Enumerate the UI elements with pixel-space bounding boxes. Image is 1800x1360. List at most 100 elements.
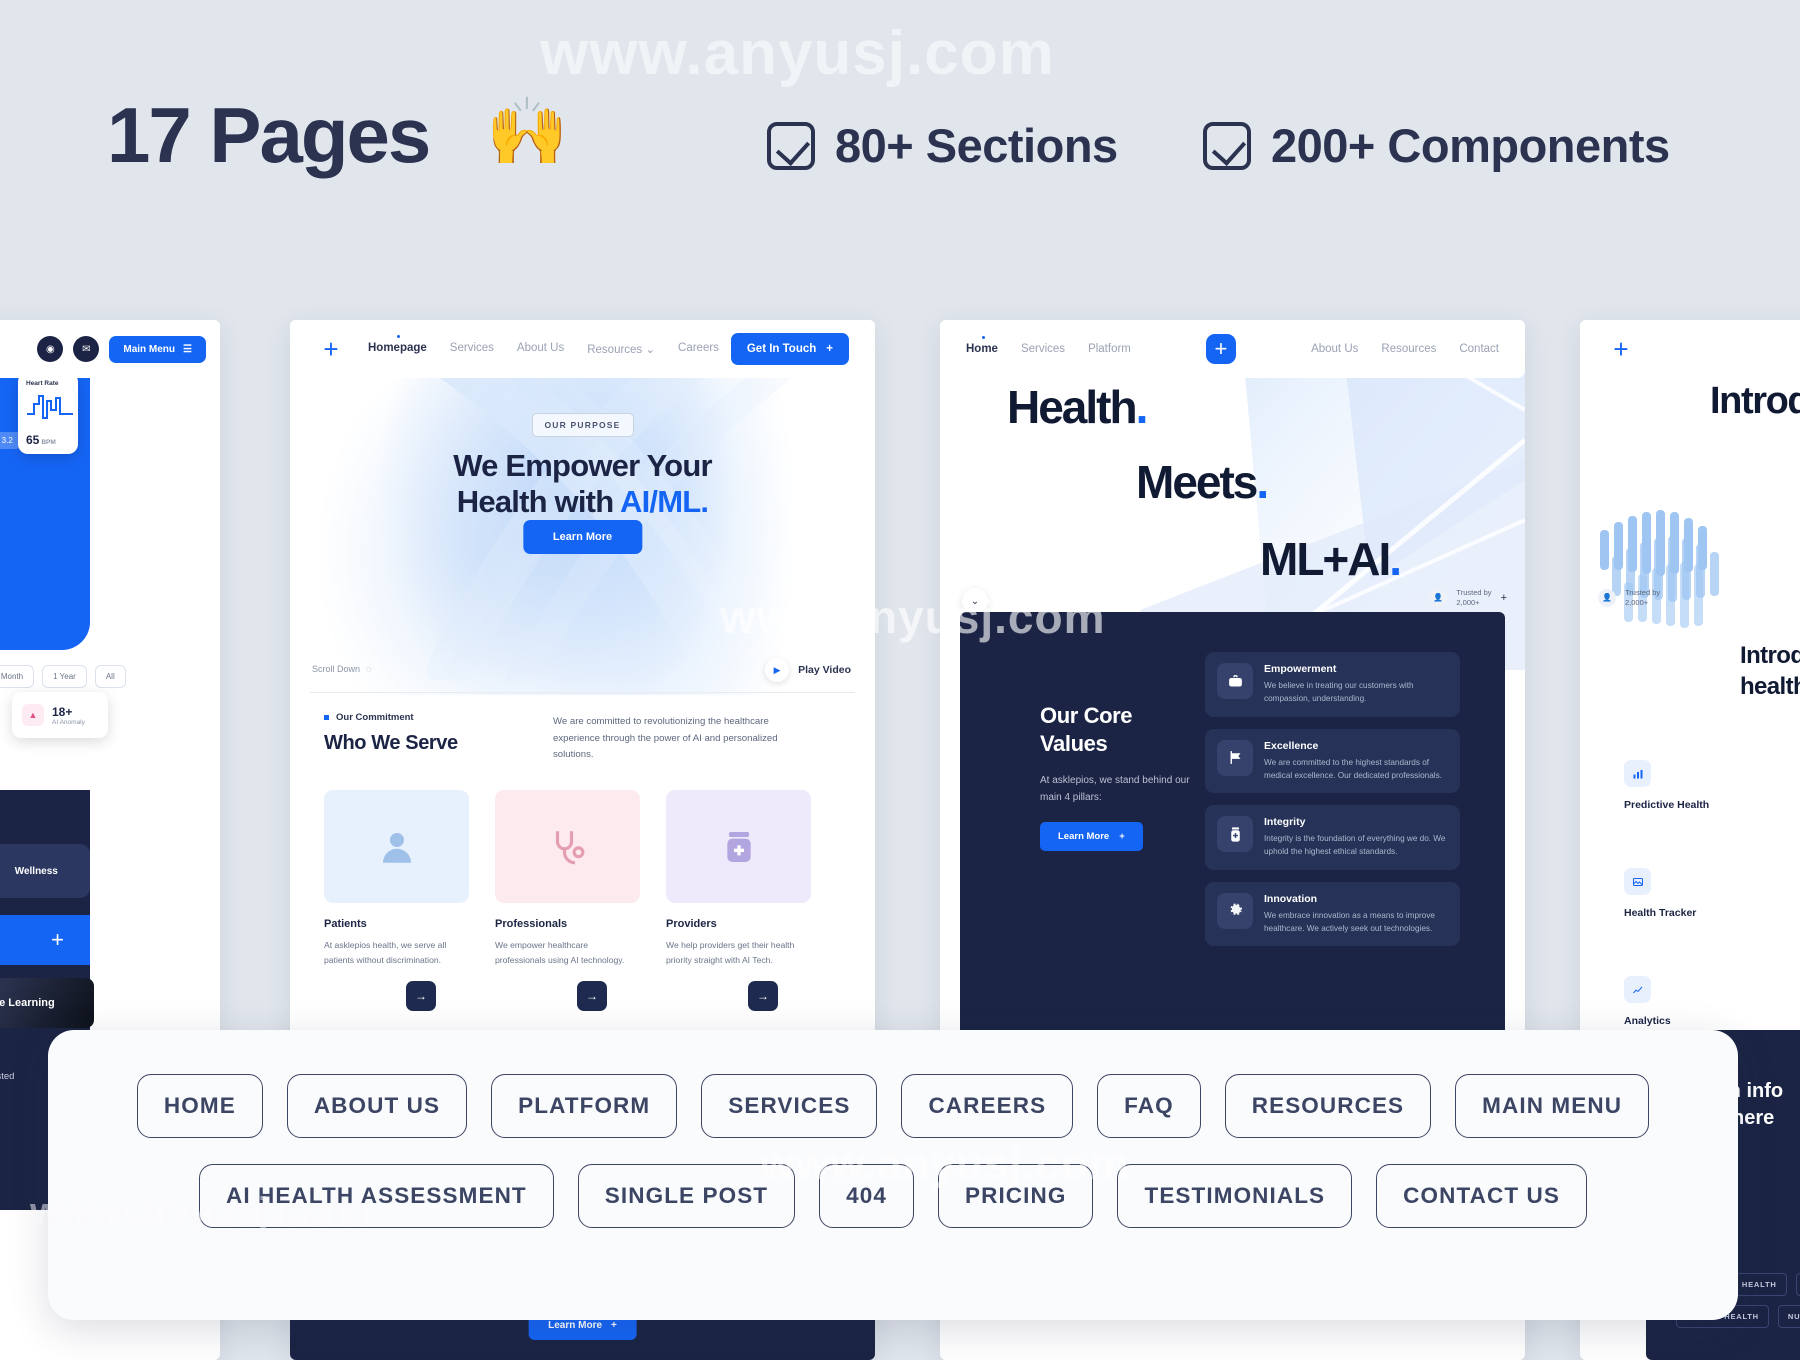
page-nav-404[interactable]: 404 <box>819 1164 914 1228</box>
nav-link-resources[interactable]: Resources ⌄ <box>587 342 655 356</box>
avatar: 👤 <box>1598 588 1616 607</box>
nav-link-about-us[interactable]: About Us <box>1311 343 1358 355</box>
nav-link-platform[interactable]: Platform <box>1088 343 1131 355</box>
trusted-by-badge: 👤 Trusted by 2,000+ + <box>1429 588 1507 608</box>
value-card-integrity[interactable]: Integrity Integrity is the foundation of… <box>1205 805 1460 870</box>
our-purpose-tag: OUR PURPOSE <box>531 413 634 437</box>
briefcase-icon <box>1217 663 1253 699</box>
page-nav-testimonials[interactable]: TESTIMONIALS <box>1117 1164 1353 1228</box>
checkbox-checked-icon <box>1203 121 1251 170</box>
nav-link-resources[interactable]: Resources <box>1381 343 1436 355</box>
get-in-touch-button[interactable]: Get In Touch + <box>730 333 849 365</box>
page-nav-resources[interactable]: RESOURCES <box>1224 1074 1432 1138</box>
heart-rate-waveform-icon <box>27 395 73 419</box>
get-in-touch-label: Get In Touch <box>746 343 817 355</box>
serve-card-patients[interactable]: Patients At asklepios health, we serve a… <box>324 790 469 1012</box>
page-nav-ai-health-assessment[interactable]: AI HEALTH ASSESSMENT <box>199 1164 554 1228</box>
feature-label-analytics: Analytics <box>1624 1015 1671 1027</box>
feature-analytics[interactable]: Analytics <box>1624 976 1709 1027</box>
plus-logo-icon[interactable]: + <box>316 334 346 364</box>
value-desc-innovation: We embrace innovation as a means to impr… <box>1264 910 1435 933</box>
range-chip-3[interactable]: All <box>94 665 126 688</box>
hero-divider <box>310 692 855 693</box>
page-nav-home[interactable]: HOME <box>136 1074 263 1138</box>
serve-arrow-professionals[interactable]: → <box>577 981 607 1012</box>
value-card-innovation[interactable]: Innovation We embrace innovation as a me… <box>1205 881 1460 947</box>
headline-accent: AI/ML. <box>620 484 709 520</box>
serve-arrow-patients[interactable]: → <box>406 981 436 1012</box>
feature-health-tracker[interactable]: Health Tracker <box>1624 868 1709 919</box>
page-nav-faq[interactable]: FAQ <box>1097 1074 1201 1138</box>
serve-title-providers: Providers <box>666 918 717 930</box>
serve-arrow-providers[interactable]: → <box>748 981 778 1012</box>
feature-label-predictive-health: Predictive Health <box>1624 799 1710 811</box>
value-desc-empowerment: We believe in treating our customers wit… <box>1264 681 1414 704</box>
main-menu-button[interactable]: Main Menu ☰ <box>109 335 206 363</box>
play-video-button[interactable]: ▶ Play Video <box>765 658 851 682</box>
medicine-jar-icon <box>1217 816 1253 853</box>
page-nav-contact-us[interactable]: CONTACT US <box>1376 1164 1587 1228</box>
intro-feature-list: Predictive Health Health Tracker Analyti… <box>1624 760 1709 1027</box>
page-nav-platform[interactable]: PLATFORM <box>491 1074 678 1138</box>
core-values-learn-more-button[interactable]: Learn More + <box>1040 822 1143 851</box>
serve-desc-providers: We help providers get their health prior… <box>666 940 795 966</box>
scroll-down-indicator[interactable]: Scroll Down ◌ <box>312 664 371 674</box>
anomaly-label: AI Anomaly <box>52 718 85 726</box>
range-chip-2[interactable]: 1 Year <box>42 665 87 688</box>
value-card-excellence[interactable]: Excellence We are committed to the highe… <box>1205 728 1460 794</box>
feature-predictive-health[interactable]: Predictive Health <box>1624 760 1709 811</box>
hero-learn-more-button[interactable]: Learn More <box>522 520 643 554</box>
page-nav-about-us[interactable]: ABOUT US <box>286 1074 468 1138</box>
core-values-paragraph: At asklepios, we stand behind our main 4… <box>1040 775 1190 803</box>
serve-card-professionals[interactable]: Professionals We empower healthcare prof… <box>495 790 640 1012</box>
serve-desc-professionals: We empower healthcare professionals usin… <box>495 940 625 966</box>
core-learn-more-label: Learn More <box>1058 831 1110 842</box>
nav-link-homepage[interactable]: Homepage <box>368 335 427 356</box>
flag-icon <box>1217 739 1253 776</box>
nav-link-home[interactable]: Home <box>966 336 998 355</box>
nav-link-contact[interactable]: Contact <box>1459 343 1499 355</box>
phone-tab-wellness[interactable]: Wellness <box>15 866 58 877</box>
mail-icon[interactable]: ✉ <box>73 336 100 362</box>
play-icon: ▶ <box>765 658 790 682</box>
value-desc-integrity: Integrity is the foundation of everythin… <box>1264 834 1446 857</box>
serve-card-list: Patients At asklepios health, we serve a… <box>324 790 811 1012</box>
hamburger-icon: ☰ <box>183 343 192 355</box>
value-card-empowerment[interactable]: Empowerment We believe in treating our c… <box>1205 652 1460 717</box>
health-hero-line-3: ML+AI. <box>1260 533 1402 585</box>
checkbox-checked-icon <box>767 121 815 170</box>
range-chip-1[interactable]: 1 Month <box>0 665 35 688</box>
nav-link-about-us[interactable]: About Us <box>517 342 564 356</box>
page-nav-row-1: HOME ABOUT US PLATFORM SERVICES CAREERS … <box>98 1074 1688 1138</box>
page-nav-services[interactable]: SERVICES <box>701 1074 878 1138</box>
homepage-nav: + Homepage Services About Us Resources ⌄… <box>290 320 875 378</box>
page-title: 17 Pages <box>107 91 431 179</box>
page-nav-main-menu[interactable]: MAIN MENU <box>1455 1074 1650 1138</box>
warning-triangle-icon: ▲ <box>22 704 44 726</box>
tag-nutrition[interactable]: NUTRITION <box>1777 1305 1800 1328</box>
nav-link-services[interactable]: Services <box>1021 343 1065 355</box>
who-we-serve-section: Our Commitment Who We Serve We are commi… <box>290 712 875 1012</box>
page-nav-single-post[interactable]: SINGLE POST <box>577 1164 796 1228</box>
anomaly-value: 18+ <box>52 704 73 719</box>
scroll-down-chevron-icon[interactable]: ⌄ <box>962 588 988 614</box>
location-icon[interactable]: ◉ <box>37 336 64 362</box>
serve-card-providers[interactable]: Providers We help providers get their he… <box>666 790 811 1012</box>
headline-line-1: We Empower Your <box>453 448 712 483</box>
stethoscope-icon <box>495 790 640 903</box>
phone-tab-group: Mindfulness Wellness <box>0 844 90 898</box>
nav-link-careers[interactable]: Careers <box>678 342 719 356</box>
machine-learning-card[interactable]: Machine Learning <box>0 978 94 1028</box>
nav-link-services[interactable]: Services <box>450 342 494 356</box>
main-menu-label: Main Menu <box>123 343 176 355</box>
header: 17 Pages 🙌 80+ Sections 200+ Components <box>0 0 1800 320</box>
page-nav-careers[interactable]: CAREERS <box>901 1074 1074 1138</box>
play-video-label: Play Video <box>798 664 851 676</box>
page-nav-pricing[interactable]: PRICING <box>938 1164 1094 1228</box>
gear-icon <box>1217 892 1253 929</box>
phone-blue-bar[interactable]: + <box>0 915 90 965</box>
plus-logo-icon[interactable]: + <box>1205 334 1236 364</box>
health-hero-line-1: Health. <box>1007 381 1148 433</box>
tag-ai[interactable]: AI <box>1795 1273 1800 1296</box>
plus-logo-icon[interactable]: + <box>1606 334 1636 364</box>
